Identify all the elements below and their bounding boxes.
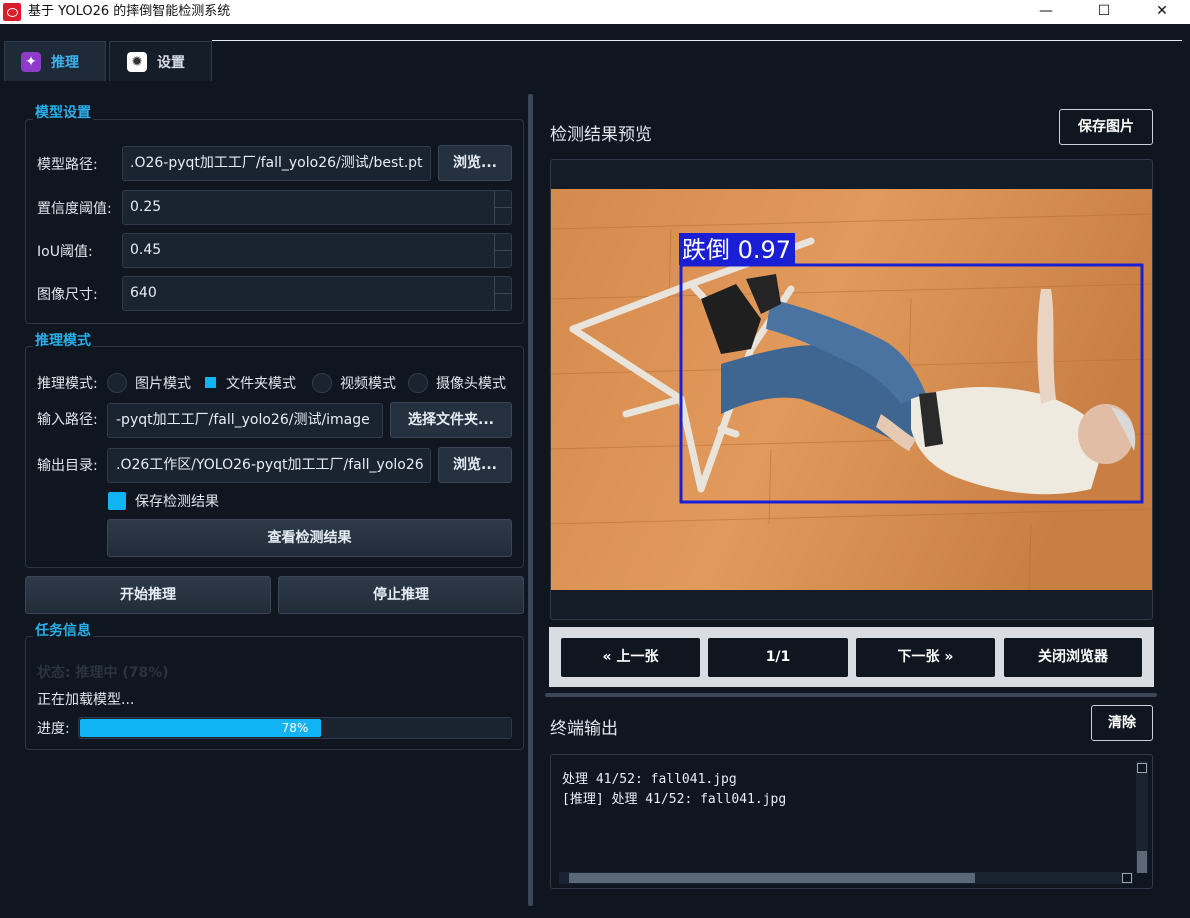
page-indicator: 1/1 — [708, 638, 848, 677]
image-size-label: 图像尺寸: — [37, 287, 98, 303]
confidence-label: 置信度阈值: — [37, 201, 112, 217]
tab-settings[interactable]: ✹ 设置 — [109, 41, 212, 81]
tab-inference-label: 推理 — [51, 54, 79, 71]
iou-label: IoU阈值: — [37, 244, 93, 260]
iou-spinbox[interactable]: 0.45 — [122, 233, 512, 268]
stop-inference-button[interactable]: 停止推理 — [278, 576, 524, 614]
save-results-label[interactable]: 保存检测结果 — [135, 493, 219, 511]
terminal-output: 处理 41/52: fall041.jpg [推理] 处理 41/52: fal… — [550, 754, 1153, 889]
output-dir-input[interactable]: .O26工作区/YOLO26-pyqt加工工厂/fall_yolo26 — [107, 448, 431, 483]
task-info-title: 任务信息 — [33, 623, 93, 639]
app-logo-icon — [3, 3, 21, 21]
progress-text: 78% — [281, 721, 309, 735]
tab-inference[interactable]: ✦ 推理 — [4, 41, 106, 81]
progress-label: 进度: — [37, 721, 70, 737]
minimize-button[interactable]: — — [1018, 0, 1074, 24]
radio-video-mode-label[interactable]: 视频模式 — [340, 375, 396, 393]
choose-folder-button[interactable]: 选择文件夹... — [390, 402, 512, 438]
model-browse-button[interactable]: 浏览... — [438, 145, 512, 181]
model-path-input[interactable]: .O26-pyqt加工工厂/fall_yolo26/测试/best.pt — [122, 146, 431, 181]
radio-video-mode[interactable] — [312, 373, 332, 393]
terminal-horizontal-scrollbar[interactable] — [559, 872, 1133, 884]
inference-mode-title: 推理模式 — [33, 333, 93, 349]
radio-camera-mode[interactable] — [408, 373, 428, 393]
vertical-scroll-thumb[interactable] — [1137, 851, 1147, 873]
detection-label: 跌倒 0.97 — [682, 236, 791, 264]
model-path-label: 模型路径: — [37, 157, 98, 173]
terminal-line: 处理 41/52: fall041.jpg — [562, 772, 737, 787]
tab-settings-label: 设置 — [157, 54, 185, 71]
clear-terminal-button[interactable]: 清除 — [1091, 705, 1153, 741]
output-dir-label: 输出目录: — [37, 458, 98, 474]
horizontal-scroll-thumb[interactable] — [569, 873, 975, 883]
save-results-checkbox[interactable] — [108, 492, 126, 510]
iou-value: 0.45 — [130, 242, 162, 258]
title-bar: 基于 YOLO26 的摔倒智能检测系统 — ☐ ✕ — [0, 0, 1190, 24]
preview-panel: 跌倒 0.97 — [550, 159, 1153, 620]
output-browse-button[interactable]: 浏览... — [438, 447, 512, 483]
confidence-value: 0.25 — [130, 199, 162, 215]
input-path-input[interactable]: -pyqt加工工厂/fall_yolo26/测试/image — [107, 403, 383, 438]
radio-image-mode-label[interactable]: 图片模式 — [135, 375, 191, 393]
maximize-button[interactable]: ☐ — [1076, 0, 1132, 24]
radio-folder-mode-label[interactable]: 文件夹模式 — [226, 375, 296, 393]
close-window-button[interactable]: ✕ — [1134, 0, 1190, 24]
terminal-line: [推理] 处理 41/52: fall041.jpg — [562, 792, 787, 807]
tab-bar-divider — [212, 40, 1182, 41]
start-inference-button[interactable]: 开始推理 — [25, 576, 271, 614]
mode-label: 推理模式: — [37, 376, 98, 392]
window-title: 基于 YOLO26 的摔倒智能检测系统 — [28, 4, 231, 19]
scroll-up-arrow-icon[interactable] — [1137, 763, 1147, 773]
close-browser-button[interactable]: 关闭浏览器 — [1004, 638, 1142, 677]
iou-stepper[interactable] — [494, 234, 512, 267]
status-text: 状态: 推理中 (78%) — [37, 665, 169, 681]
save-image-button[interactable]: 保存图片 — [1059, 109, 1153, 145]
detection-result-image: 跌倒 0.97 — [551, 189, 1152, 590]
scroll-right-arrow-icon[interactable] — [1122, 873, 1132, 883]
radio-image-mode[interactable] — [107, 373, 127, 393]
preview-title: 检测结果预览 — [550, 125, 652, 145]
image-navigation-bar: « 上一张 1/1 下一张 » 关闭浏览器 — [549, 627, 1154, 687]
task-message: 正在加载模型... — [37, 692, 135, 708]
confidence-stepper[interactable] — [494, 191, 512, 224]
horizontal-splitter-handle[interactable] — [545, 693, 1157, 697]
terminal-title: 终端输出 — [550, 719, 618, 739]
gear-icon: ✹ — [127, 51, 147, 72]
confidence-spinbox[interactable]: 0.25 — [122, 190, 512, 225]
image-size-stepper[interactable] — [494, 277, 512, 310]
image-size-spinbox[interactable]: 640 — [122, 276, 512, 311]
radio-camera-mode-label[interactable]: 摄像头模式 — [436, 375, 506, 393]
image-size-value: 640 — [130, 285, 157, 301]
progress-bar: 78% — [78, 717, 512, 739]
network-icon: ✦ — [21, 51, 41, 72]
previous-image-button[interactable]: « 上一张 — [561, 638, 700, 677]
model-settings-title: 模型设置 — [33, 105, 93, 121]
next-image-button[interactable]: 下一张 » — [856, 638, 995, 677]
terminal-vertical-scrollbar[interactable] — [1136, 761, 1148, 873]
radio-folder-mode[interactable] — [205, 377, 216, 388]
view-results-button[interactable]: 查看检测结果 — [107, 519, 512, 557]
vertical-splitter-handle[interactable] — [528, 94, 533, 906]
input-path-label: 输入路径: — [37, 412, 98, 428]
